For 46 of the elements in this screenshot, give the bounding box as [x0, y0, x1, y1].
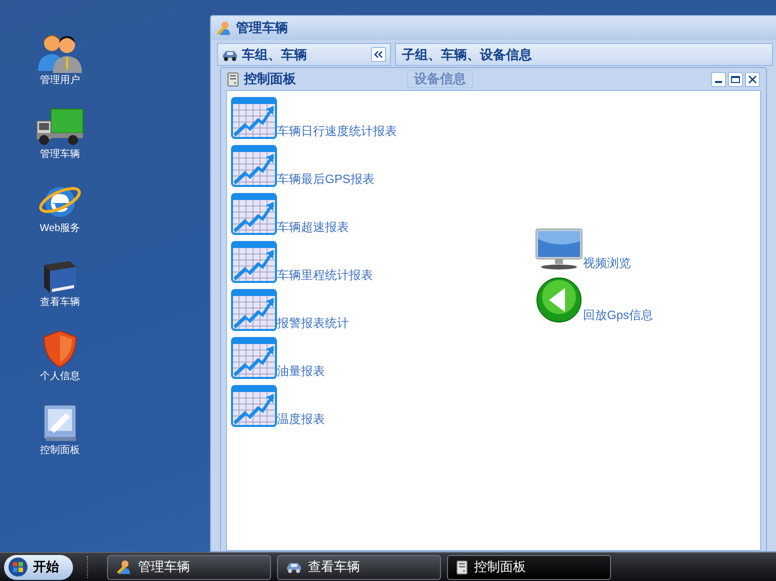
x-icon	[748, 74, 757, 84]
maximize-button[interactable]	[728, 72, 743, 86]
close-button[interactable]	[745, 72, 760, 86]
taskbar-button[interactable]: 查看车辆	[277, 554, 441, 580]
collapse-button[interactable]	[371, 47, 386, 62]
report-link[interactable]: 油量报表	[277, 364, 325, 379]
taskbar-button[interactable]: 管理车辆	[107, 554, 271, 580]
shortcut-link[interactable]: 回放Gps信息	[583, 308, 654, 323]
report-link[interactable]: 车辆超速报表	[277, 220, 349, 235]
report-link[interactable]: 车辆最后GPS报表	[277, 172, 374, 187]
window-title: 控制面板	[244, 70, 296, 88]
report-link[interactable]: 报警报表统计	[277, 316, 349, 331]
server-icon	[456, 560, 468, 574]
report-link[interactable]: 车辆里程统计报表	[277, 268, 373, 283]
taskbar-button[interactable]: 控制面板	[447, 554, 611, 580]
desktop-icon-label[interactable]: 管理车辆	[40, 150, 80, 160]
desktop-icon-label[interactable]: 查看车辆	[40, 298, 80, 308]
minimize-button[interactable]	[711, 72, 726, 86]
desktop-icon-label[interactable]: 控制面板	[40, 446, 80, 456]
start-button[interactable]: 开始	[4, 554, 73, 580]
window-title: 管理车辆	[236, 19, 288, 38]
report-link[interactable]: 温度报表	[277, 412, 325, 427]
chart-icon	[231, 385, 277, 427]
chart-icon	[231, 145, 277, 187]
panel-title: 子组、车辆、设备信息	[402, 46, 532, 64]
panel-title: 车组、车辆	[242, 46, 307, 64]
double-chevron-icon	[374, 51, 383, 58]
car-icon	[222, 48, 238, 60]
desktop-icon-label[interactable]: 管理用户	[40, 76, 80, 86]
chart-icon	[231, 337, 277, 379]
user-pencil-icon	[216, 20, 232, 36]
report-link[interactable]: 车辆日行速度统计报表	[277, 124, 397, 139]
user-pencil-icon	[116, 559, 132, 575]
desktop-icon-label[interactable]: 个人信息	[40, 372, 80, 382]
server-icon	[227, 72, 239, 86]
chart-icon	[231, 193, 277, 235]
chart-icon	[231, 289, 277, 331]
chart-icon	[231, 241, 277, 283]
shield-icon	[42, 329, 78, 369]
car-icon	[286, 561, 302, 573]
chart-icon	[231, 97, 277, 139]
shortcut-link[interactable]: 视频浏览	[583, 256, 631, 271]
desktop-icon-label[interactable]: Web服务	[40, 224, 80, 234]
truck-icon	[35, 107, 85, 147]
windows-logo-icon	[8, 557, 28, 577]
monitor-icon	[535, 227, 583, 271]
